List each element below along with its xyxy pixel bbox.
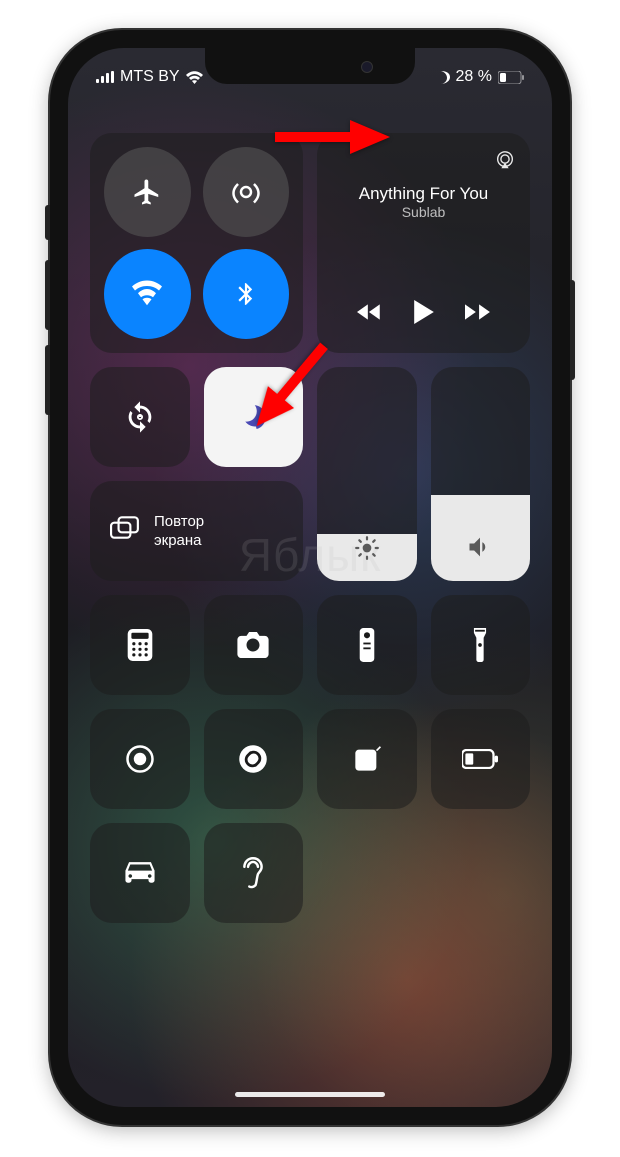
annotation-arrow-1 [270,112,390,167]
carrier-label: MTS BY [120,68,180,86]
sun-icon [354,535,380,561]
rotation-lock-toggle[interactable] [90,367,190,467]
signal-icon [96,71,114,83]
brightness-slider[interactable] [317,367,417,581]
hearing-button[interactable] [204,823,304,923]
flashlight-button[interactable] [431,595,531,695]
moon-icon [437,71,450,84]
shazam-button[interactable] [204,709,304,809]
bluetooth-toggle[interactable] [203,249,290,339]
media-title: Anything For You [359,184,488,204]
home-indicator[interactable] [235,1092,385,1097]
media-artist: Sublab [402,204,446,220]
remote-button[interactable] [317,595,417,695]
wifi-icon [186,71,203,84]
screen: MTS BY 28 % [68,48,552,1107]
rewind-button[interactable] [357,302,383,327]
volume-icon [466,533,494,561]
play-button[interactable] [413,300,435,329]
control-center: Anything For You Sublab [68,133,552,1107]
calculator-button[interactable] [90,595,190,695]
screen-mirror-icon [110,515,140,547]
battery-icon [498,71,524,84]
screen-mirror-button[interactable]: Повтор экрана [90,481,303,581]
forward-button[interactable] [465,302,491,327]
power-hw [570,280,575,380]
low-power-button[interactable] [431,709,531,809]
notes-button[interactable] [317,709,417,809]
volume-up-hw [45,260,50,330]
screen-mirror-label: Повтор экрана [154,512,204,551]
camera-button[interactable] [204,595,304,695]
screen-record-button[interactable] [90,709,190,809]
airplay-icon[interactable] [494,149,516,176]
car-button[interactable] [90,823,190,923]
volume-down-hw [45,345,50,415]
battery-percent: 28 % [456,68,492,86]
notch [205,48,415,84]
volume-slider[interactable] [431,367,531,581]
wifi-toggle[interactable] [104,249,191,339]
airplane-toggle[interactable] [104,147,191,237]
phone-frame: MTS BY 28 % [50,30,570,1125]
